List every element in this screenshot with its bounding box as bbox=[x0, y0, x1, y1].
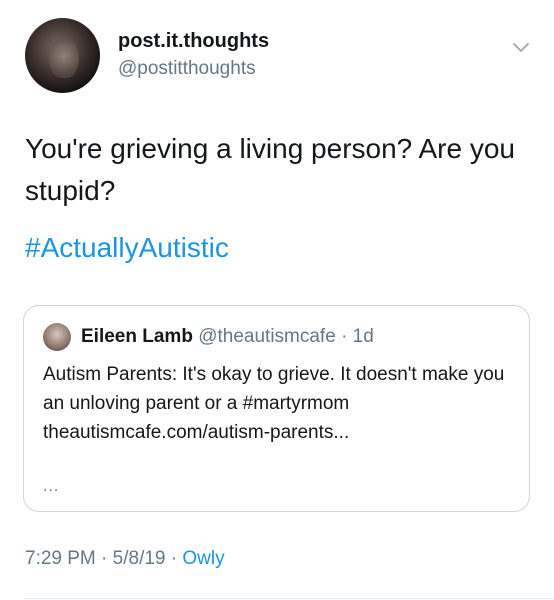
quoted-author-name: Eileen Lamb bbox=[81, 326, 193, 347]
tweet-source-link[interactable]: Owly bbox=[182, 548, 224, 569]
tweet-footer: 7:29 PM · 5/8/19 · Owly bbox=[25, 548, 225, 570]
bottom-divider bbox=[25, 598, 554, 599]
quoted-tweet-header: Eileen Lamb @theautismcafe · 1d bbox=[81, 326, 374, 348]
tweet-date[interactable]: 5/8/19 bbox=[113, 548, 166, 569]
quoted-tweet-text: Autism Parents: It's okay to grieve. It … bbox=[43, 364, 505, 443]
quoted-tweet-card[interactable]: Eileen Lamb @theautismcafe · 1d Autism P… bbox=[23, 305, 530, 512]
tweet-time[interactable]: 7:29 PM bbox=[25, 548, 96, 569]
footer-separator-1: · bbox=[101, 548, 108, 569]
author-handle[interactable]: @postitthoughts bbox=[118, 58, 256, 80]
footer-separator-2: · bbox=[170, 548, 178, 569]
quoted-author-avatar bbox=[43, 323, 71, 351]
tweet-text: You're grieving a living person? Are you… bbox=[25, 133, 515, 206]
quoted-tweet-ellipsis: ... bbox=[43, 478, 60, 495]
hashtag-link[interactable]: #ActuallyAutistic bbox=[25, 232, 229, 264]
quoted-author-handle: @theautismcafe bbox=[198, 326, 336, 347]
avatar-face bbox=[49, 38, 79, 78]
author-avatar[interactable] bbox=[25, 18, 100, 93]
chevron-down-icon[interactable] bbox=[510, 36, 532, 58]
author-display-name[interactable]: post.it.thoughts bbox=[118, 30, 269, 53]
quoted-separator: · bbox=[341, 326, 348, 347]
quoted-tweet-age: 1d bbox=[352, 326, 374, 347]
